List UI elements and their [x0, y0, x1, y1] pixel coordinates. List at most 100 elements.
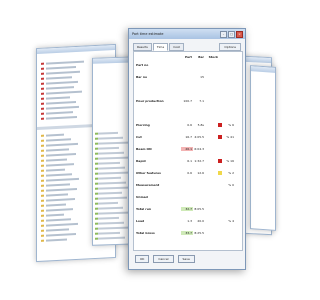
table-row: Bar no 15 — [134, 74, 242, 80]
row-stock-value — [208, 62, 218, 68]
maximize-button[interactable]: □ — [228, 31, 235, 38]
list-item — [46, 208, 73, 212]
row-stock-value — [208, 206, 218, 212]
list-item-icon — [41, 112, 44, 115]
table-row — [134, 86, 242, 92]
list-item-icon — [41, 72, 44, 75]
list-item — [98, 201, 118, 205]
row-stock-value — [208, 230, 218, 236]
row-bar-value — [194, 182, 204, 188]
list-item — [46, 142, 78, 147]
list-item — [98, 221, 124, 225]
folder-icon — [41, 174, 44, 177]
table-row: Beam ON 26.1 6:04.3 — [134, 146, 242, 152]
list-item — [46, 213, 64, 217]
row-stock-value — [208, 122, 218, 128]
tab-results[interactable]: Results — [133, 43, 152, 51]
row-percent — [222, 206, 234, 212]
close-button[interactable]: × — [236, 31, 243, 38]
list-item — [46, 153, 76, 157]
list-item — [46, 60, 84, 65]
folder-icon — [41, 229, 44, 232]
list-item — [46, 228, 69, 232]
table-row: Cut 16.7 4:05.5 % 41 — [134, 134, 242, 140]
row-percent: % 0 — [228, 183, 234, 187]
ok-button[interactable]: OK — [135, 255, 150, 263]
row-label — [136, 110, 180, 116]
save-button[interactable]: Save — [177, 255, 195, 263]
header-percent — [222, 54, 234, 60]
row-stock-value — [208, 146, 218, 152]
list-item — [98, 216, 119, 220]
header-part: Part — [184, 55, 192, 59]
list-item — [98, 146, 119, 150]
folder-icon — [41, 159, 44, 162]
list-item — [46, 66, 76, 70]
table-row: Load 1.3 20.0 % 4 — [134, 218, 242, 224]
row-stock-value — [208, 218, 218, 224]
row-bar-value: 6:04.3 — [194, 147, 204, 151]
dialog-titlebar: Part time estimate – □ × — [129, 29, 245, 39]
tab-time[interactable]: Time — [152, 43, 169, 51]
row-part-value: 16.7 — [185, 135, 192, 139]
list-item — [98, 156, 129, 160]
row-bar-value: 8:25.5 — [194, 231, 204, 235]
header-bar: Bar — [198, 55, 204, 59]
options-button[interactable]: Options — [219, 43, 241, 51]
row-part-value: 0.6 — [187, 123, 192, 127]
row-percent — [222, 230, 234, 236]
list-item — [98, 166, 125, 170]
row-label: Part no — [136, 63, 149, 67]
table-row — [134, 110, 242, 116]
list-item — [46, 177, 79, 182]
row-percent — [222, 98, 234, 104]
folder-icon — [41, 189, 44, 192]
list-item — [98, 131, 118, 135]
list-item — [98, 196, 127, 200]
row-stock-value — [208, 86, 218, 92]
list-item-icon — [41, 82, 44, 85]
list-item — [46, 203, 66, 207]
list-item — [46, 158, 67, 162]
folder-icon — [41, 139, 44, 142]
row-part-value: 1.3 — [187, 219, 192, 223]
row-part-value — [182, 110, 192, 116]
list-item — [46, 163, 74, 167]
list-item — [46, 115, 77, 120]
list-item-icon — [41, 97, 44, 100]
list-item — [98, 181, 126, 185]
status-swatch — [218, 123, 222, 127]
list-item — [46, 168, 65, 172]
list-item — [46, 133, 64, 137]
tab-cost[interactable]: Cost — [169, 43, 184, 51]
minimize-button[interactable]: – — [220, 31, 227, 38]
table-row: Total Gross 33.7 8:25.5 — [134, 230, 242, 236]
folder-icon — [41, 179, 44, 182]
cancel-button[interactable]: Cancel — [153, 255, 174, 263]
list-item — [46, 111, 73, 115]
list-item — [46, 138, 71, 142]
table-row: Piercing 0.6 5.8s % 6 — [134, 122, 242, 128]
background-window-titlebar — [37, 44, 115, 55]
row-bar-value — [194, 62, 204, 68]
list-item — [46, 105, 79, 110]
table-row: Rapid 6.1 1:32.7 % 16 — [134, 158, 242, 164]
row-stock-value — [208, 134, 218, 140]
row-percent — [222, 74, 234, 80]
row-percent — [222, 194, 234, 200]
row-bar-value: 4:05.5 — [194, 135, 204, 139]
list-item — [46, 86, 74, 90]
row-label: Hour production — [136, 99, 164, 103]
part-time-estimate-dialog: Part time estimate – □ × Results Time Co… — [128, 28, 246, 270]
folder-icon — [41, 164, 44, 167]
row-part-value: 33.7 — [185, 231, 192, 235]
list-item-icon — [41, 87, 44, 90]
row-percent: % 16 — [226, 159, 234, 163]
row-bar-value: 20.0 — [197, 219, 204, 223]
row-part-value — [182, 62, 192, 68]
list-item — [46, 90, 82, 95]
row-bar-value: 15 — [200, 75, 204, 79]
list-item — [46, 76, 72, 80]
list-item-icon — [41, 92, 44, 95]
list-item — [46, 233, 76, 237]
